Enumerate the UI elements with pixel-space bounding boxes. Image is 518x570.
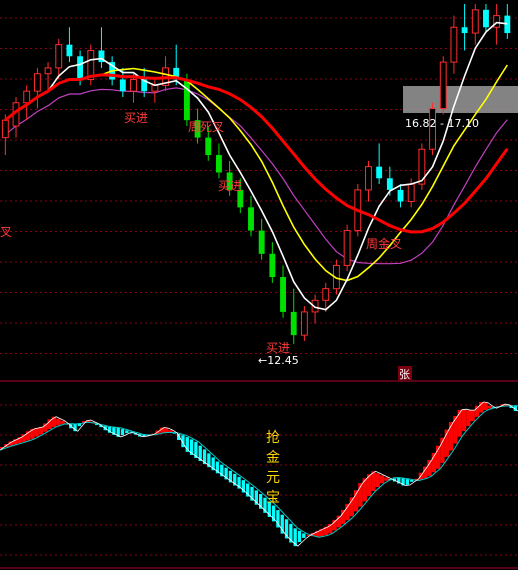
candle-body	[386, 178, 393, 190]
candle-body	[248, 207, 254, 231]
low-price-marker: ←12.45	[258, 354, 299, 367]
candle-body	[300, 311, 308, 336]
signal-label-buy-2: 买进	[218, 179, 242, 193]
candle-body	[483, 9, 489, 28]
indicator-bar	[483, 402, 488, 411]
indicator-bar	[302, 533, 306, 538]
price-range-band	[403, 86, 518, 113]
candle-body	[461, 27, 468, 34]
indicator-bar	[185, 437, 189, 452]
signal-label-buy-3: 买进	[266, 341, 290, 355]
indicator-bar	[341, 509, 346, 524]
indicator-bar	[297, 530, 302, 543]
candle-body	[450, 26, 458, 63]
indicator-bar	[60, 420, 65, 424]
candle-body	[23, 90, 31, 104]
candle-body	[119, 79, 126, 92]
candle-body	[258, 230, 265, 254]
candle-body	[376, 166, 383, 179]
candle-body	[55, 44, 63, 69]
stock-chart: 买进 周死叉 买进 金叉 买进 周金叉 ←12.45 16.82 - 17.10…	[0, 0, 518, 570]
indicator-bar	[384, 477, 389, 481]
indicator-bar	[461, 409, 467, 432]
indicator-bar	[379, 475, 385, 484]
indicator-bar	[427, 460, 432, 476]
candle-body	[66, 44, 73, 57]
signal-label-golden-cross: 金叉	[0, 224, 12, 239]
candle-body	[183, 79, 190, 121]
indicator-gridlines	[0, 404, 518, 556]
chart-canvas: 买进 周死叉 买进 金叉 买进 周金叉 ←12.45 16.82 - 17.10…	[0, 4, 518, 569]
signal-label-weekly-golden-cross: 周金叉	[366, 236, 402, 251]
candle-body	[397, 189, 404, 202]
indicator-bar	[453, 415, 458, 444]
candle-body	[205, 137, 212, 156]
indicator-bar	[125, 430, 129, 434]
indicator-bar	[34, 427, 39, 437]
indicator-title-char-2: 金	[266, 450, 280, 466]
candle-body	[365, 166, 372, 191]
signal-label-weekly-dead-cross: 周死叉	[188, 120, 224, 134]
indicator-bar	[487, 405, 493, 409]
indicator-bar	[410, 479, 414, 482]
indicator-bar	[371, 471, 376, 491]
candle-body	[1, 119, 9, 139]
candle-body	[33, 73, 41, 92]
indicator-title-char-3: 元	[266, 470, 280, 486]
candle-body	[322, 288, 330, 301]
candle-body	[151, 84, 159, 92]
signal-label-buy-1: 买进	[124, 111, 148, 125]
candle-body	[269, 253, 276, 278]
indicator-bar	[120, 429, 125, 436]
indicator-bar	[56, 418, 61, 426]
chart-annotations: 买进 周死叉 买进 金叉 买进 周金叉 ←12.45 16.82 - 17.10…	[0, 111, 479, 381]
candle-body	[77, 56, 84, 80]
indicator-bar	[362, 478, 367, 502]
indicator-bar	[457, 409, 462, 437]
candle-body	[343, 230, 351, 266]
indicator-title-char-4: 宝	[266, 490, 280, 506]
indicator-bar	[375, 473, 380, 488]
candle-body	[493, 15, 501, 28]
price-range-label: 16.82 - 17.10	[405, 117, 479, 130]
range-bands	[403, 86, 518, 113]
badge-label: 张	[399, 368, 410, 381]
indicator-title: 抢 金 元 宝	[266, 429, 280, 506]
indicator-bar	[466, 410, 471, 427]
candle-body	[216, 155, 222, 173]
indicator-title-char-1: 抢	[266, 429, 280, 446]
candle-body	[280, 277, 286, 312]
indicator-bar	[470, 410, 475, 422]
candle-body	[407, 183, 415, 203]
candle-body	[439, 61, 447, 110]
candle-body	[471, 9, 479, 34]
candle-body	[44, 67, 52, 75]
candle-body	[290, 311, 297, 336]
indicator-bar	[405, 479, 410, 485]
candle-body	[130, 79, 137, 92]
indicator-bar	[164, 428, 169, 433]
